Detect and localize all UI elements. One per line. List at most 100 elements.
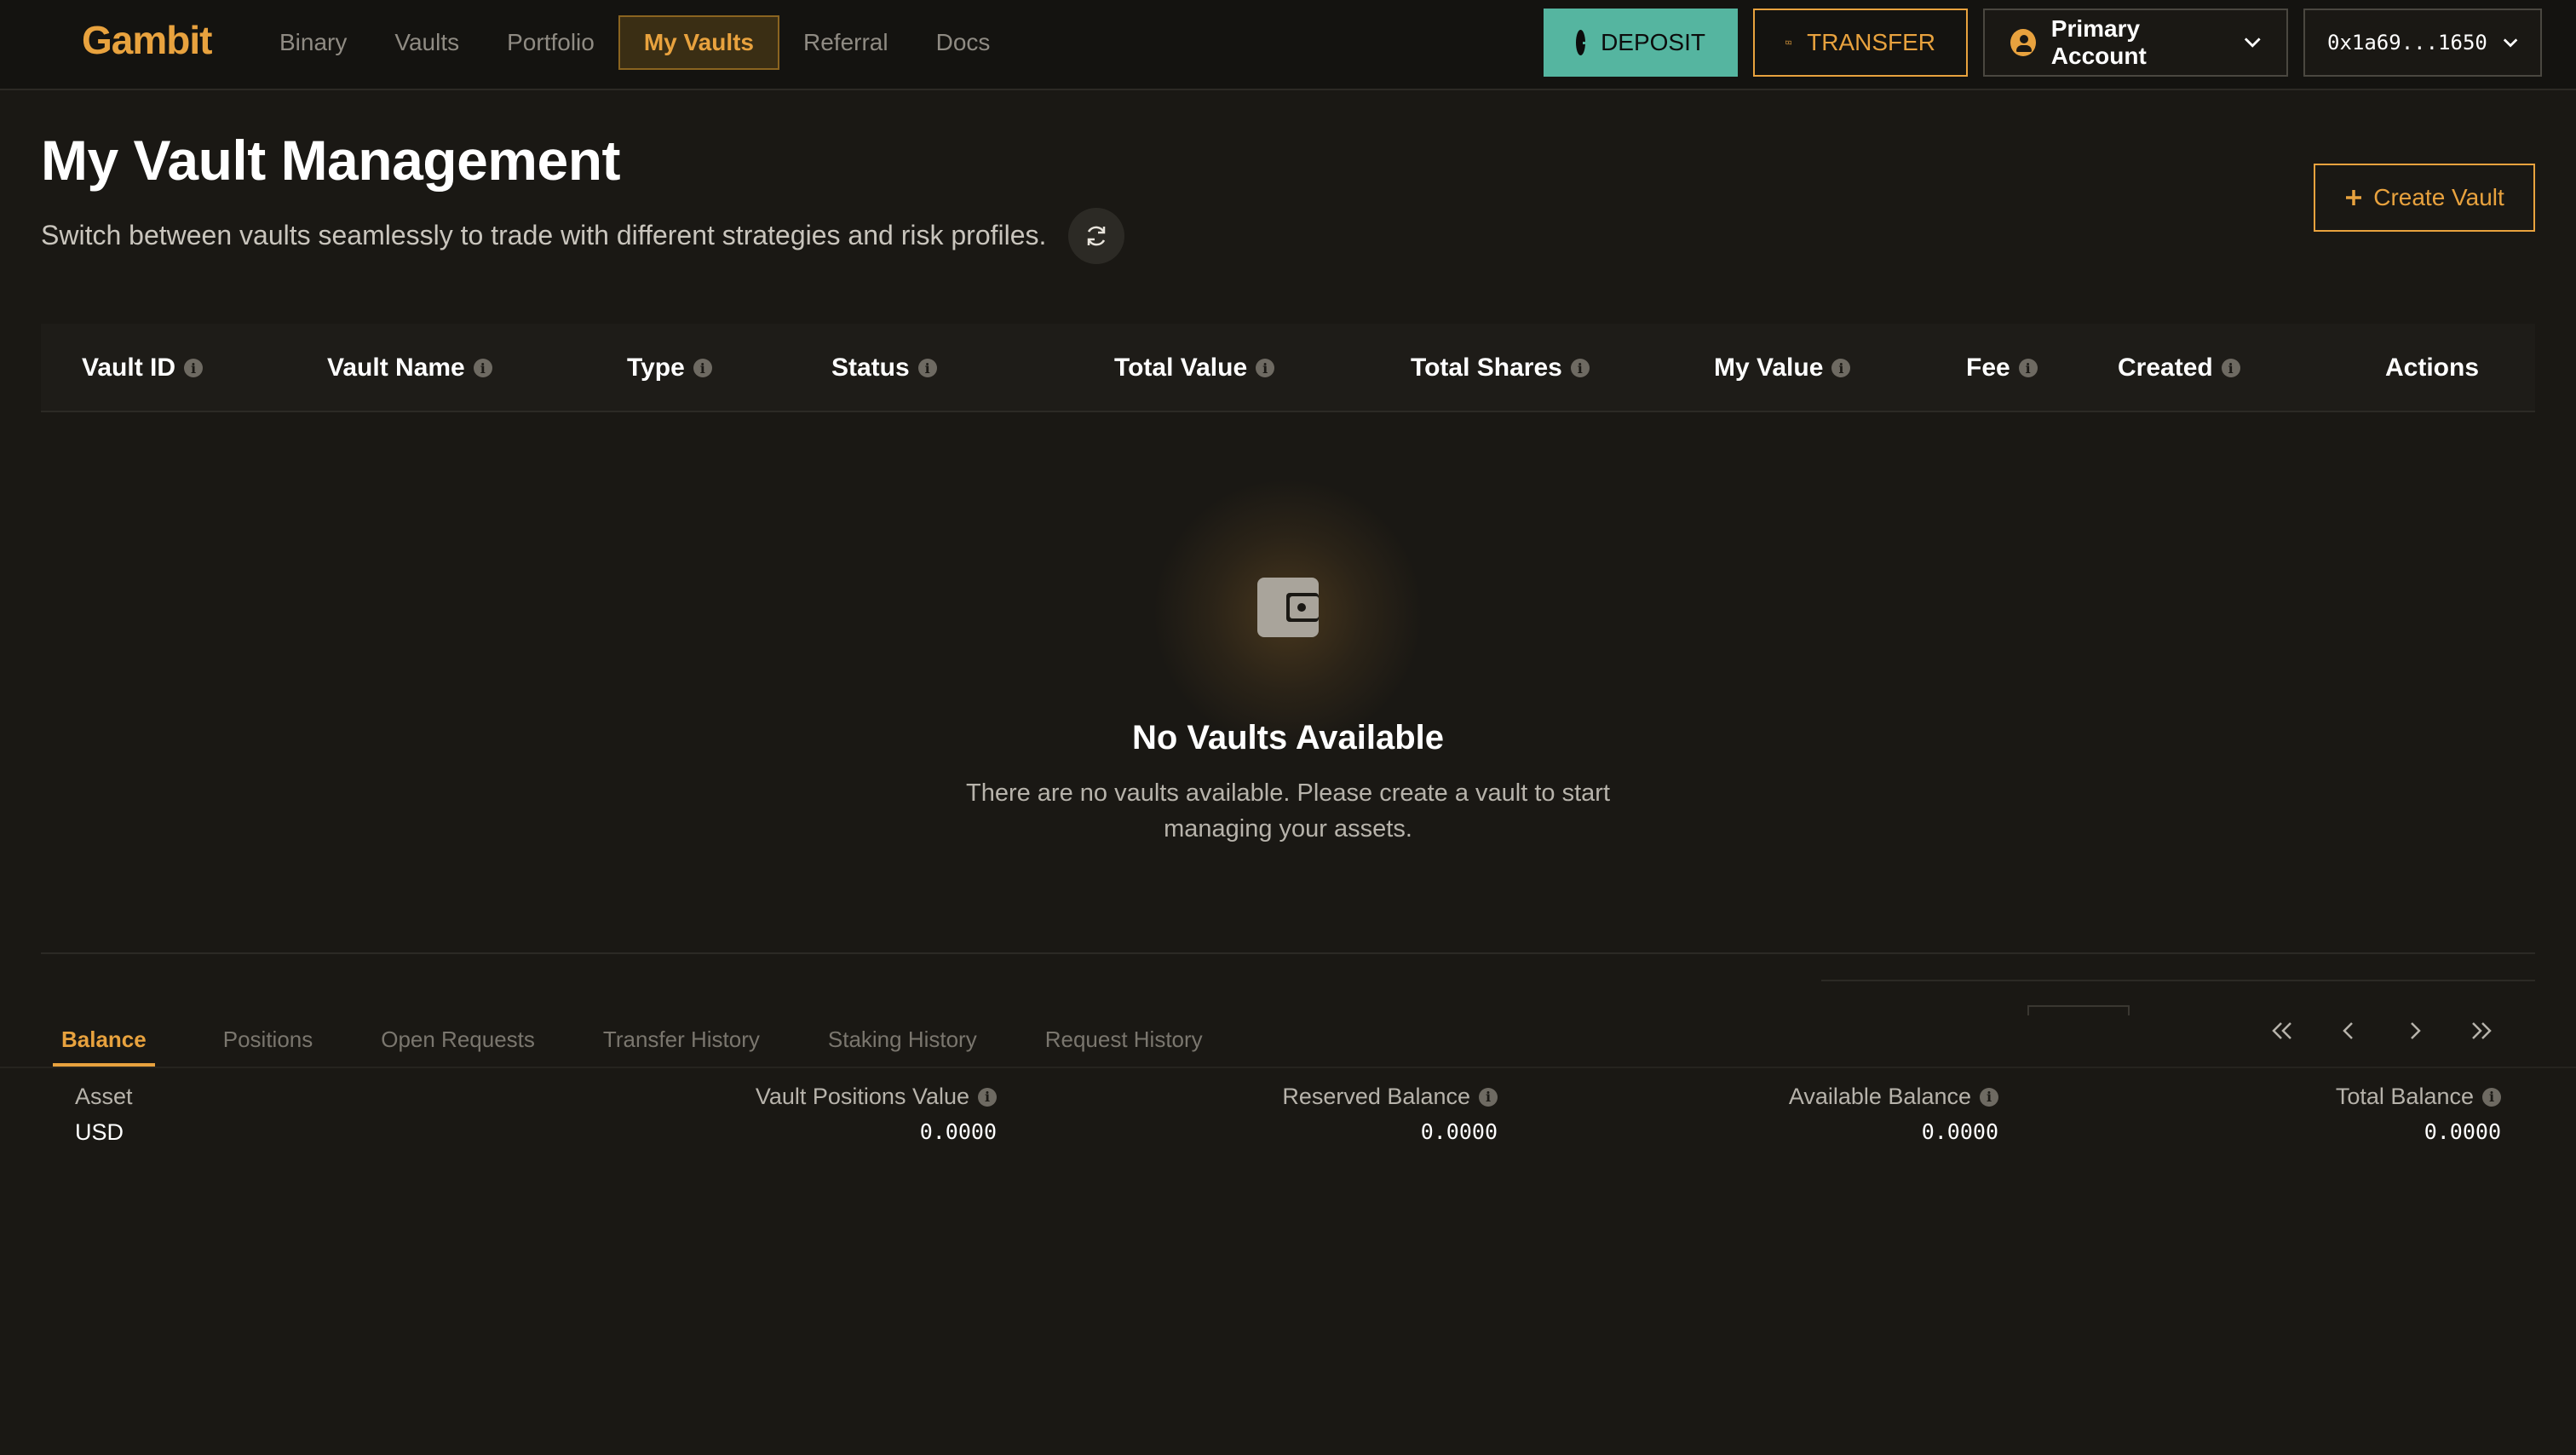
- info-icon[interactable]: i: [917, 359, 937, 377]
- col-label: Created: [2118, 354, 2213, 382]
- info-icon[interactable]: i: [473, 359, 492, 377]
- refresh-button[interactable]: [1068, 208, 1124, 264]
- transfer-button[interactable]: TRANSFER: [1753, 9, 1968, 77]
- vaults-table-header: Vault ID i Vault Name i Type i Status i …: [41, 324, 2535, 412]
- col-my-value[interactable]: My Value i: [1714, 324, 1851, 412]
- balance-col-total: Total Balance i: [2336, 1084, 2501, 1110]
- balance-reserved-value: 0.0000: [1420, 1119, 1498, 1144]
- tab-balance[interactable]: Balance: [53, 1019, 155, 1067]
- bottom-tabs: Balance Positions Open Requests Transfer…: [53, 1019, 1203, 1067]
- col-total-value[interactable]: Total Value i: [1114, 324, 1275, 412]
- col-vault-id[interactable]: Vault ID i: [82, 324, 204, 412]
- balance-total-value: 0.0000: [2424, 1119, 2501, 1144]
- balance-col-label: Vault Positions Value: [755, 1084, 969, 1109]
- col-label: Total Shares: [1411, 354, 1562, 382]
- refresh-icon: [1087, 226, 1106, 246]
- section-divider: [41, 952, 2535, 954]
- col-label: Status: [831, 354, 910, 382]
- nav-referral[interactable]: Referral: [779, 15, 912, 70]
- create-vault-label: Create Vault: [2373, 184, 2504, 210]
- col-type[interactable]: Type i: [627, 324, 712, 412]
- wallet-icon: [1257, 578, 1319, 637]
- col-label: Actions: [2385, 354, 2480, 382]
- nav-portfolio[interactable]: Portfolio: [483, 15, 618, 70]
- main-nav: Binary Vaults Portfolio My Vaults Referr…: [256, 15, 1014, 70]
- col-label: Total Value: [1114, 354, 1248, 382]
- empty-state-title: No Vaults Available: [1131, 719, 1445, 756]
- scrollbar-thumb[interactable]: [2027, 1005, 2130, 1015]
- balance-vault-positions-value: 0.0000: [919, 1119, 997, 1144]
- user-icon: [2010, 29, 2036, 56]
- nav-my-vaults[interactable]: My Vaults: [618, 15, 780, 70]
- info-icon[interactable]: i: [184, 359, 204, 377]
- info-icon[interactable]: i: [1256, 359, 1275, 377]
- chevron-down-icon: [2503, 38, 2518, 48]
- deposit-label: DEPOSIT: [1601, 29, 1705, 55]
- tab-positions[interactable]: Positions: [223, 1019, 313, 1067]
- plus-circle-icon: [1576, 30, 1596, 55]
- create-vault-button[interactable]: Create Vault: [2314, 164, 2535, 232]
- balance-col-reserved: Reserved Balance i: [1282, 1084, 1498, 1110]
- col-created[interactable]: Created i: [2118, 324, 2240, 412]
- info-icon[interactable]: i: [1831, 359, 1851, 377]
- next-page-button[interactable]: [2382, 1010, 2448, 1051]
- col-label: Type: [627, 354, 685, 382]
- balance-col-label: Available Balance: [1788, 1084, 1971, 1109]
- balance-col-label: Reserved Balance: [1282, 1084, 1470, 1109]
- chevron-right-icon: [2411, 1022, 2421, 1039]
- tab-staking-history[interactable]: Staking History: [828, 1019, 977, 1067]
- gambit-logo[interactable]: Gambit: [82, 17, 212, 63]
- deposit-button[interactable]: DEPOSIT: [1544, 9, 1738, 77]
- tab-request-history[interactable]: Request History: [1045, 1019, 1203, 1067]
- chevron-left-icon: [2343, 1022, 2353, 1039]
- info-icon[interactable]: i: [1570, 359, 1590, 377]
- balance-asset-value: USD: [75, 1119, 124, 1145]
- col-label: My Value: [1714, 354, 1824, 382]
- balance-col-vault-positions-value: Vault Positions Value i: [756, 1084, 997, 1110]
- prev-page-button[interactable]: [2315, 1010, 2382, 1051]
- money-transfer-icon: [1785, 40, 1792, 45]
- balance-col-label: Total Balance: [2335, 1084, 2474, 1109]
- col-total-shares[interactable]: Total Shares i: [1411, 324, 1590, 412]
- col-label: Vault ID: [82, 354, 176, 382]
- col-label: Vault Name: [327, 354, 465, 382]
- wallet-address-selector[interactable]: 0x1a69...1650: [2303, 9, 2542, 77]
- wallet-address: 0x1a69...1650: [2327, 31, 2487, 55]
- top-actions: DEPOSIT TRANSFER Primary Account 0x1a69.…: [1544, 9, 2542, 77]
- col-fee[interactable]: Fee i: [1966, 324, 2038, 412]
- last-page-button[interactable]: [2448, 1010, 2515, 1051]
- nav-vaults[interactable]: Vaults: [371, 15, 483, 70]
- plus-icon: [2346, 190, 2362, 205]
- tab-transfer-history[interactable]: Transfer History: [603, 1019, 760, 1067]
- double-chevron-right-icon: [2472, 1022, 2492, 1039]
- double-chevron-left-icon: [2272, 1022, 2291, 1039]
- tab-open-requests[interactable]: Open Requests: [381, 1019, 535, 1067]
- chevron-down-icon: [2244, 37, 2261, 48]
- empty-state-text: There are no vaults available. Please cr…: [965, 779, 1611, 843]
- balance-available-value: 0.0000: [1921, 1119, 1998, 1144]
- pagination: [2249, 1010, 2515, 1051]
- col-label: Fee: [1966, 354, 2010, 382]
- info-icon[interactable]: i: [1980, 1087, 1998, 1107]
- scrollbar-track: [1821, 980, 2535, 981]
- nav-docs[interactable]: Docs: [912, 15, 1015, 70]
- balance-col-available: Available Balance i: [1789, 1084, 1998, 1110]
- col-actions: Actions: [2385, 324, 2479, 412]
- balance-col-asset: Asset: [75, 1084, 133, 1110]
- col-status[interactable]: Status i: [831, 324, 937, 412]
- info-icon[interactable]: i: [1479, 1087, 1498, 1107]
- first-page-button[interactable]: [2249, 1010, 2315, 1051]
- nav-binary[interactable]: Binary: [256, 15, 371, 70]
- page-subtitle: Switch between vaults seamlessly to trad…: [41, 220, 1047, 250]
- info-icon[interactable]: i: [2018, 359, 2038, 377]
- info-icon[interactable]: i: [693, 359, 712, 377]
- page-title: My Vault Management: [41, 129, 621, 192]
- info-icon[interactable]: i: [978, 1087, 997, 1107]
- col-vault-name[interactable]: Vault Name i: [327, 324, 492, 412]
- tabs-divider: [0, 1067, 2576, 1068]
- info-icon[interactable]: i: [2221, 359, 2240, 377]
- balance-col-label: Asset: [75, 1084, 133, 1109]
- transfer-label: TRANSFER: [1807, 29, 1935, 55]
- info-icon[interactable]: i: [2482, 1087, 2501, 1107]
- account-selector[interactable]: Primary Account: [1983, 9, 2288, 77]
